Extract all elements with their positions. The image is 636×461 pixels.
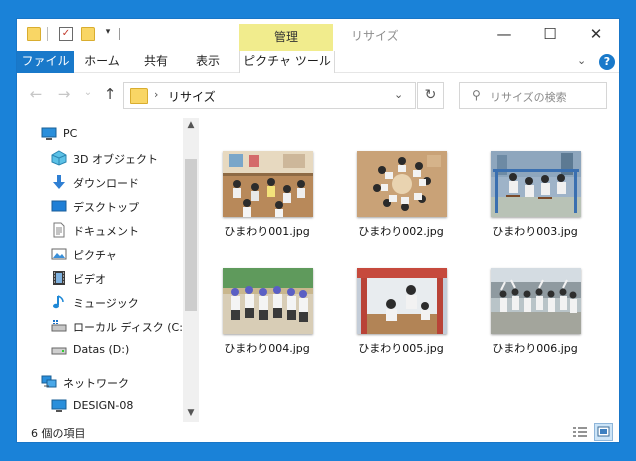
nav-item-pictures[interactable]: ピクチャ (17, 242, 183, 266)
file-item[interactable]: ひまわり004.jpg (213, 268, 321, 368)
search-placeholder: リサイズの検索 (490, 91, 567, 104)
status-bar: 6 個の項目 (17, 422, 619, 442)
image-thumbnail (491, 268, 581, 334)
file-name: ひまわり003.jpg (492, 225, 578, 238)
properties-check-icon[interactable]: ✓ (59, 27, 73, 41)
nav-item-label: デスクトップ (73, 201, 139, 214)
nav-item-design-08[interactable]: DESIGN-08 (17, 394, 183, 418)
maximize-button[interactable]: ☐ (527, 19, 573, 51)
refresh-button[interactable]: ↻ (417, 82, 444, 109)
image-thumbnail (357, 268, 447, 334)
nav-item-music[interactable]: ミュージック (17, 290, 183, 314)
file-item[interactable]: ひまわり002.jpg (347, 151, 455, 251)
tab-file[interactable]: ファイル (17, 51, 74, 73)
download-icon (53, 175, 65, 189)
file-name: ひまわり004.jpg (224, 342, 310, 355)
help-icon[interactable]: ? (599, 54, 615, 70)
close-button[interactable]: ✕ (573, 19, 619, 51)
nav-item-label: ミュージック (73, 297, 139, 310)
network-icon (41, 375, 57, 388)
nav-item-label: ネットワーク (63, 377, 129, 390)
address-dropdown-icon[interactable]: ⌄ (394, 88, 403, 101)
nav-item-videos[interactable]: ビデオ (17, 266, 183, 290)
scroll-down-icon[interactable]: ▼ (183, 406, 199, 420)
file-item[interactable]: ひまわり001.jpg (213, 151, 321, 251)
file-name: ひまわり006.jpg (492, 342, 578, 355)
drive-icon (51, 347, 67, 355)
nav-item-label: ローカル ディスク (C:) (73, 321, 188, 334)
file-name: ひまわり001.jpg (224, 225, 310, 238)
image-thumbnail (357, 151, 447, 217)
breadcrumb-current-folder[interactable]: リサイズ (168, 88, 216, 105)
music-icon (53, 295, 64, 309)
minimize-button[interactable]: — (481, 19, 527, 51)
tab-view[interactable]: 表示 (183, 51, 233, 72)
breadcrumb-chevron-icon[interactable]: › (154, 88, 158, 101)
contextual-tab-group-label: 管理 (239, 24, 333, 51)
address-bar[interactable]: › リサイズ ⌄ (123, 82, 416, 109)
pictures-icon (51, 248, 67, 260)
up-button[interactable]: ↑ (101, 85, 119, 103)
nav-item-3d-objects[interactable]: 3D オブジェクト (17, 146, 183, 170)
nav-item-datas-drive[interactable]: Datas (D:) (17, 338, 183, 362)
desktop-icon (51, 200, 67, 212)
nav-item-label: ピクチャ (73, 249, 117, 262)
file-list: ひまわり001.jpg ひまわり002.jpg ひまわり003.jpg ひまわり… (203, 118, 619, 422)
tab-share[interactable]: 共有 (131, 51, 181, 72)
nav-item-documents[interactable]: ドキュメント (17, 218, 183, 242)
3d-objects-icon (51, 150, 67, 166)
nav-item-local-disk[interactable]: ローカル ディスク (C:) (17, 314, 187, 338)
tab-picture-tools[interactable]: ピクチャ ツール (239, 51, 335, 73)
document-icon (53, 222, 65, 238)
file-item[interactable]: ひまわり006.jpg (481, 268, 589, 368)
file-item[interactable]: ひまわり005.jpg (347, 268, 455, 368)
nav-item-label: ダウンロード (73, 177, 139, 190)
nav-item-label: PC (63, 127, 78, 140)
title-bar: ✓ ▾ 管理 リサイズ — ☐ ✕ (17, 19, 619, 51)
nav-item-label: ドキュメント (73, 225, 139, 238)
nav-item-desktop[interactable]: デスクトップ (17, 194, 183, 218)
local-disk-icon (51, 320, 67, 332)
navigation-pane: PC 3D オブジェクト ダウンロード デスクトップ ドキュメント ピクチャ ビ… (17, 118, 199, 422)
back-button[interactable]: ← (27, 85, 45, 103)
folder-icon[interactable] (27, 27, 41, 41)
image-thumbnail (223, 268, 313, 334)
folder-icon (130, 88, 148, 104)
file-name: ひまわり005.jpg (358, 342, 444, 355)
expand-ribbon-icon[interactable]: ⌄ (577, 54, 586, 67)
quick-access-divider (47, 27, 48, 41)
image-thumbnail (223, 151, 313, 217)
explorer-window: ✓ ▾ 管理 リサイズ — ☐ ✕ ファイル ホーム 共有 表示 ピクチャ ツー… (16, 18, 620, 443)
tab-home[interactable]: ホーム (77, 51, 127, 72)
nav-pane-scrollbar[interactable]: ▲ ▼ (183, 118, 199, 422)
nav-item-label: ビデオ (73, 273, 106, 286)
computer-icon (51, 399, 67, 412)
scrollbar-thumb[interactable] (185, 159, 197, 311)
details-view-icon[interactable] (571, 424, 589, 441)
search-input[interactable]: ⚲ リサイズの検索 (459, 82, 607, 109)
forward-button[interactable]: → (55, 85, 73, 103)
navigation-bar: ← → ⌄ ↑ › リサイズ ⌄ ↻ ⚲ リサイズの検索 (17, 73, 619, 117)
nav-item-pc[interactable]: PC (17, 122, 183, 146)
file-name: ひまわり002.jpg (358, 225, 444, 238)
large-icons-view-icon[interactable] (594, 423, 613, 441)
new-folder-icon[interactable] (81, 27, 95, 41)
video-icon (53, 271, 65, 285)
ribbon-tabs: ファイル ホーム 共有 表示 ピクチャ ツール ⌄ ? (17, 51, 619, 73)
image-thumbnail (491, 151, 581, 217)
window-title: リサイズ (351, 29, 399, 43)
item-count: 6 個の項目 (31, 427, 86, 440)
nav-item-label: Datas (D:) (73, 343, 130, 356)
pc-icon (41, 127, 57, 140)
customize-quick-access-icon[interactable]: ▾ (103, 27, 113, 37)
scroll-up-icon[interactable]: ▲ (183, 118, 199, 132)
search-icon: ⚲ (472, 88, 481, 102)
nav-item-label: 3D オブジェクト (73, 153, 158, 166)
nav-item-downloads[interactable]: ダウンロード (17, 170, 183, 194)
nav-item-network[interactable]: ネットワーク (17, 370, 183, 394)
recent-locations-button[interactable]: ⌄ (79, 87, 97, 98)
nav-item-label: DESIGN-08 (73, 399, 134, 412)
file-item[interactable]: ひまわり003.jpg (481, 151, 589, 251)
quick-access-separator (119, 28, 120, 40)
